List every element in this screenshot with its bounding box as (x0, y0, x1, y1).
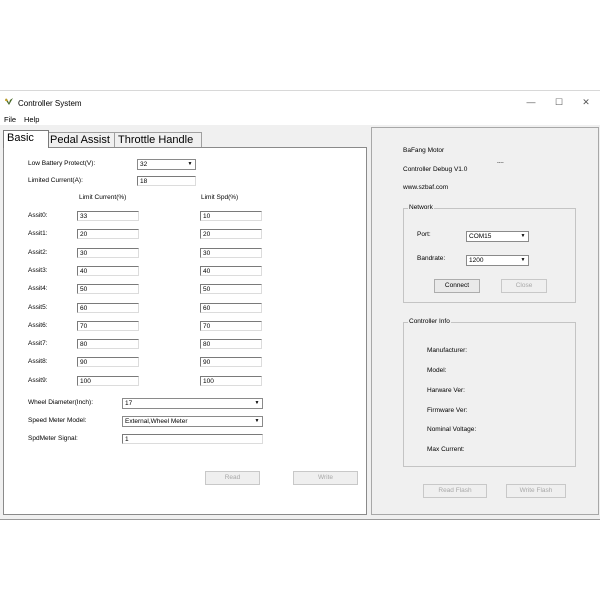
chevron-down-icon: ▼ (520, 257, 526, 263)
window-title: Controller System (18, 99, 82, 108)
assist-spd-input[interactable]: 60 (200, 303, 262, 313)
company-name: BaFang Motor (403, 147, 445, 154)
limited-current-label: Limited Current(A): (28, 177, 83, 184)
hardware-ver-label: Harware Ver: (427, 387, 465, 394)
assist-label: Assit9: (28, 377, 48, 384)
nominal-voltage-label: Nominal Voltage: (427, 426, 477, 433)
network-group: Network Port: COM15 ▼ Bandrate: 1200 ▼ C… (403, 204, 576, 303)
tab-basic[interactable]: Basic (3, 130, 49, 148)
assist-label: Assit5: (28, 304, 48, 311)
firmware-ver-label: Firmware Ver: (427, 407, 468, 414)
assist-label: Assit4: (28, 285, 48, 292)
assist-current-input[interactable]: 33 (77, 211, 139, 221)
model-label: Model: (427, 367, 447, 374)
wheel-diameter-label: Wheel Diameter(Inch): (28, 399, 94, 406)
tab-pedal-assist[interactable]: Pedal Assist (46, 132, 118, 148)
baudrate-value: 1200 (469, 257, 484, 264)
assist-label: Assit6: (28, 322, 48, 329)
assist-current-input[interactable]: 60 (77, 303, 139, 313)
port-select[interactable]: COM15 ▼ (466, 231, 529, 242)
app-logo-icon (5, 98, 13, 105)
max-current-label: Max Current: (427, 446, 465, 453)
assist-spd-input[interactable]: 30 (200, 248, 262, 258)
baudrate-select[interactable]: 1200 ▼ (466, 255, 529, 266)
assist-label: Assit1: (28, 230, 48, 237)
connection-panel: BaFang Motor Controller Debug V1.0 ---- … (371, 127, 599, 515)
assist-spd-input[interactable]: 10 (200, 211, 262, 221)
port-value: COM15 (469, 233, 492, 240)
assist-current-input[interactable]: 100 (77, 376, 139, 386)
low-battery-select[interactable]: 32 ▼ (137, 159, 196, 170)
menu-help[interactable]: Help (24, 115, 39, 124)
write-button[interactable]: Write (293, 471, 358, 485)
tab-throttle-handle[interactable]: Throttle Handle (114, 132, 202, 148)
read-flash-button[interactable]: Read Flash (423, 484, 487, 498)
low-battery-label: Low Battery Protect(V): (28, 160, 96, 167)
spdmeter-signal-input[interactable]: 1 (122, 434, 263, 444)
controller-info-title: Controller Info (408, 318, 451, 325)
limit-current-header: Limit Current(%) (79, 194, 127, 201)
assist-current-input[interactable]: 20 (77, 229, 139, 239)
wheel-diameter-select[interactable]: 17 ▼ (122, 398, 263, 409)
controller-info-group: Controller Info Manufacturer: Model: Har… (403, 318, 576, 467)
menu-bar: File Help (0, 113, 600, 125)
assist-label: Assit0: (28, 212, 48, 219)
assist-spd-input[interactable]: 20 (200, 229, 262, 239)
connect-button[interactable]: Connect (434, 279, 480, 293)
chevron-down-icon: ▼ (187, 161, 193, 167)
assist-spd-input[interactable]: 70 (200, 321, 262, 331)
read-button[interactable]: Read (205, 471, 260, 485)
close-window-button[interactable]: ✕ (578, 96, 594, 108)
assist-label: Assit8: (28, 358, 48, 365)
controller-system-window: Controller System — ☐ ✕ File Help Basic … (0, 90, 600, 520)
limit-spd-header: Limit Spd(%) (201, 194, 239, 201)
limited-current-input[interactable]: 18 (137, 176, 196, 186)
speed-meter-select[interactable]: External,Wheel Meter ▼ (122, 416, 263, 427)
title-bar[interactable]: Controller System — ☐ ✕ (0, 91, 600, 113)
network-group-title: Network (408, 204, 434, 211)
basic-tab-panel: Low Battery Protect(V): 32 ▼ Limited Cur… (3, 147, 367, 515)
manufacturer-label: Manufacturer: (427, 347, 468, 354)
assist-label: Assit3: (28, 267, 48, 274)
assist-current-input[interactable]: 40 (77, 266, 139, 276)
assist-label: Assit7: (28, 340, 48, 347)
assist-spd-input[interactable]: 100 (200, 376, 262, 386)
assist-current-input[interactable]: 70 (77, 321, 139, 331)
assist-current-input[interactable]: 30 (77, 248, 139, 258)
website: www.szbaf.com (403, 184, 449, 191)
baudrate-label: Bandrate: (417, 255, 446, 262)
chevron-down-icon: ▼ (520, 233, 526, 239)
chevron-down-icon: ▼ (254, 418, 260, 424)
version-mark: ---- (497, 160, 504, 166)
menu-file[interactable]: File (4, 115, 16, 124)
assist-label: Assit2: (28, 249, 48, 256)
product-name: Controller Debug V1.0 (403, 166, 468, 173)
maximize-button[interactable]: ☐ (551, 96, 567, 108)
wheel-diameter-value: 17 (125, 400, 133, 407)
speed-meter-label: Speed Meter Model: (28, 417, 87, 424)
close-button[interactable]: Close (501, 279, 547, 293)
assist-current-input[interactable]: 80 (77, 339, 139, 349)
spdmeter-signal-label: SpdMeter Signal: (28, 435, 78, 442)
assist-spd-input[interactable]: 90 (200, 357, 262, 367)
chevron-down-icon: ▼ (254, 400, 260, 406)
speed-meter-value: External,Wheel Meter (125, 418, 188, 425)
assist-current-input[interactable]: 90 (77, 357, 139, 367)
assist-current-input[interactable]: 50 (77, 284, 139, 294)
assist-spd-input[interactable]: 40 (200, 266, 262, 276)
low-battery-value: 32 (140, 161, 148, 168)
assist-spd-input[interactable]: 80 (200, 339, 262, 349)
minimize-button[interactable]: — (523, 96, 539, 108)
port-label: Port: (417, 231, 431, 238)
write-flash-button[interactable]: Write Flash (506, 484, 566, 498)
assist-spd-input[interactable]: 50 (200, 284, 262, 294)
